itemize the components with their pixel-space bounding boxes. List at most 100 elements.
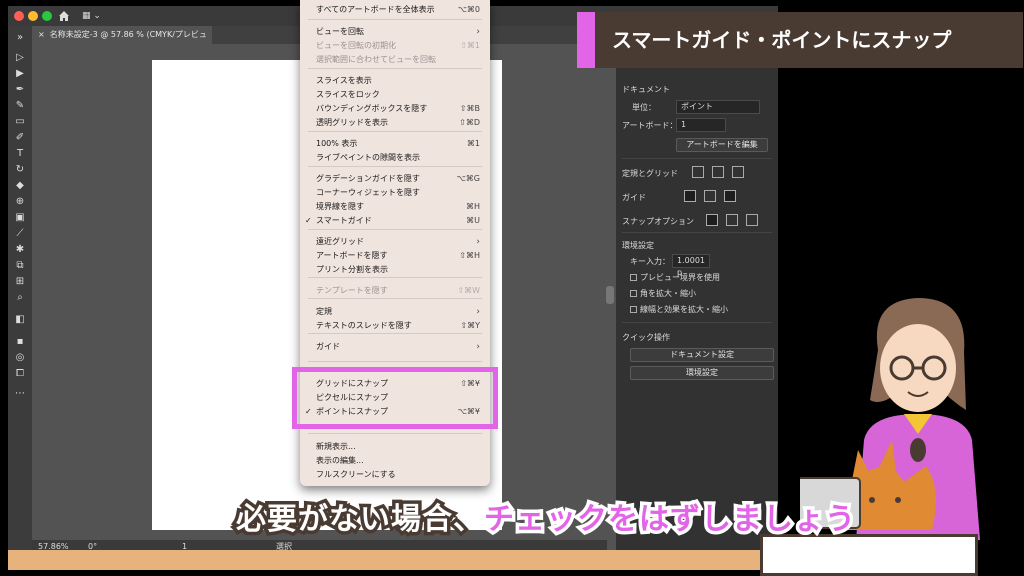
submenu-arrow-icon: › (476, 307, 480, 317)
snap-to-point-icon[interactable] (706, 214, 718, 226)
key-input-label: キー入力： (630, 257, 670, 266)
close-window-button[interactable] (14, 11, 24, 21)
menu-item[interactable]: ライブペイントの隙間を表示 (300, 151, 490, 165)
menu-item[interactable]: 境界線を隠す ⌘H (300, 200, 490, 214)
fill-stroke-swatch-icon[interactable]: ◧ (14, 314, 26, 326)
menu-item[interactable]: 定規 › (300, 305, 490, 319)
show-guides-icon[interactable] (684, 190, 696, 202)
scale-corners-checkbox[interactable] (630, 290, 637, 297)
document-tab[interactable]: × 名称未設定-3 @ 57.86 % (CMYK/プレビュー) (32, 26, 212, 57)
zoom-tool-icon[interactable]: ⌕ (14, 292, 26, 304)
menu-item-label: ガイド (316, 342, 340, 351)
key-input-field[interactable]: 1.0001 p (672, 254, 710, 277)
menu-separator (308, 166, 482, 167)
menu-item[interactable]: アートボードを隠す ⇧⌘H (300, 249, 490, 263)
menu-item-shortcut: ⌘H (465, 202, 480, 211)
menu-item-shortcut: ⌥⌘0 (457, 5, 480, 14)
menu-item[interactable]: ✓ スマートガイド ⌘U (300, 214, 490, 228)
edit-artboards-button[interactable]: アートボードを編集 (676, 138, 768, 152)
curvature-tool-icon[interactable]: ✎ (14, 100, 26, 112)
menu-item[interactable]: スライスをロック (300, 88, 490, 102)
artboard-label: アートボード： (622, 121, 678, 130)
menu-item[interactable]: コーナーウィジェットを隠す (300, 186, 490, 200)
document-section-label: ドキュメント (622, 85, 670, 94)
smart-guides-icon[interactable] (724, 190, 736, 202)
scale-strokes-label: 線幅と効果を拡大・縮小 (640, 305, 728, 314)
tab-close-icon[interactable]: × (38, 30, 45, 39)
menu-item[interactable]: 表示の編集... (300, 454, 490, 468)
submenu-arrow-icon: › (476, 237, 480, 247)
menu-separator (308, 277, 482, 278)
menu-item-shortcut: ⇧⌘1 (460, 41, 480, 50)
overlay-title: スマートガイド・ポイントにスナップ (612, 28, 952, 52)
rotate-tool-icon[interactable]: ↻ (14, 164, 26, 176)
vertical-scrollbar[interactable] (606, 286, 614, 304)
menu-item-shortcut: ⇧⌘Y (460, 321, 480, 330)
menu-separator (308, 229, 482, 230)
menu-separator (308, 298, 482, 299)
menu-item[interactable]: フルスクリーンにする (300, 468, 490, 482)
snap-to-grid-icon[interactable] (726, 214, 738, 226)
preferences-button[interactable]: 環境設定 (630, 366, 774, 380)
more-tools-icon[interactable]: ⋯ (14, 388, 26, 400)
artboard-select[interactable]: 1 (676, 118, 726, 132)
submenu-arrow-icon: › (476, 342, 480, 352)
menu-item-shortcut: ⇧⌘D (459, 118, 480, 127)
home-icon[interactable] (58, 10, 70, 22)
artboard-tool-icon[interactable]: ⊞ (14, 276, 26, 288)
video-frame: ▦ ⌄ » ▷ ▶ ✒ ✎ ▭ ✐ T ↻ ◆ ⊕ ▣ ⟋ ✱ ⧉ ⊞ ⌕ ◧ … (0, 0, 1024, 576)
menu-item[interactable]: 透明グリッドを表示 ⇧⌘D (300, 116, 490, 130)
menu-item[interactable]: 新規表示... (300, 440, 490, 454)
menu-item[interactable]: テキストのスレッドを隠す ⇧⌘Y (300, 319, 490, 333)
color-mode-icon[interactable]: ▪ (14, 336, 26, 348)
menu-item-label: 100% 表示 (316, 139, 358, 148)
menu-item[interactable]: バウンディングボックスを隠す ⇧⌘B (300, 102, 490, 116)
menu-item: 選択範囲に合わせてビューを回転 (300, 53, 490, 67)
menu-separator (308, 333, 482, 334)
unit-select[interactable]: ポイント (676, 100, 760, 114)
rectangle-tool-icon[interactable]: ▭ (14, 116, 26, 128)
pen-tool-icon[interactable]: ✒ (14, 84, 26, 96)
menu-item[interactable]: すべてのアートボードを全体表示 ⌥⌘0 (300, 3, 490, 17)
eraser-tool-icon[interactable]: ◆ (14, 180, 26, 192)
menu-item[interactable]: 100% 表示 ⌘1 (300, 137, 490, 151)
minimize-window-button[interactable] (28, 11, 38, 21)
menu-item[interactable]: 遠近グリッド › (300, 235, 490, 249)
menu-item[interactable]: ガイド › (300, 340, 490, 354)
title-accent (577, 12, 595, 68)
menu-item[interactable]: グラデーションガイドを隠す ⌥⌘G (300, 172, 490, 186)
lock-guides-icon[interactable] (704, 190, 716, 202)
desk-box (760, 534, 978, 576)
caption-part-2: チェックをはずしましょう (481, 499, 859, 541)
gradient-tool-icon[interactable]: ▣ (14, 212, 26, 224)
scale-strokes-checkbox[interactable] (630, 306, 637, 313)
paintbrush-tool-icon[interactable]: ✐ (14, 132, 26, 144)
symbol-sprayer-tool-icon[interactable]: ✱ (14, 244, 26, 256)
menu-item[interactable]: ビューを回転 › (300, 25, 490, 39)
selection-tool-icon[interactable]: ▷ (14, 52, 26, 64)
menu-item-shortcut: ⇧⌘B (459, 104, 480, 113)
eyedropper-tool-icon[interactable]: ⟋ (14, 228, 26, 240)
quick-actions-label: クイック操作 (622, 333, 670, 342)
menu-item-shortcut: ⇧⌘W (457, 286, 480, 295)
screen-mode-icon[interactable]: ⧠ (14, 368, 26, 380)
collapse-icon[interactable]: » (14, 32, 26, 44)
menu-item[interactable]: プリント分割を表示 (300, 263, 490, 277)
guides-label: ガイド (622, 193, 646, 202)
menu-item-label: アートボードを隠す (316, 251, 388, 260)
rulers-icon[interactable] (692, 166, 704, 178)
menu-item[interactable]: スライスを表示 (300, 74, 490, 88)
snap-to-pixel-icon[interactable] (746, 214, 758, 226)
menu-item-shortcut: ⌥⌘G (456, 174, 480, 183)
zoom-window-button[interactable] (42, 11, 52, 21)
draw-mode-icon[interactable]: ◎ (14, 352, 26, 364)
blend-tool-icon[interactable]: ⧉ (14, 260, 26, 272)
document-setup-button[interactable]: ドキュメント設定 (630, 348, 774, 362)
shape-builder-tool-icon[interactable]: ⊕ (14, 196, 26, 208)
grid-icon[interactable] (712, 166, 724, 178)
transparency-grid-icon[interactable] (732, 166, 744, 178)
workspace-switcher-icon[interactable]: ▦ ⌄ (82, 11, 102, 21)
preview-bounds-checkbox[interactable] (630, 274, 637, 281)
direct-selection-tool-icon[interactable]: ▶ (14, 68, 26, 80)
type-tool-icon[interactable]: T (14, 148, 26, 160)
